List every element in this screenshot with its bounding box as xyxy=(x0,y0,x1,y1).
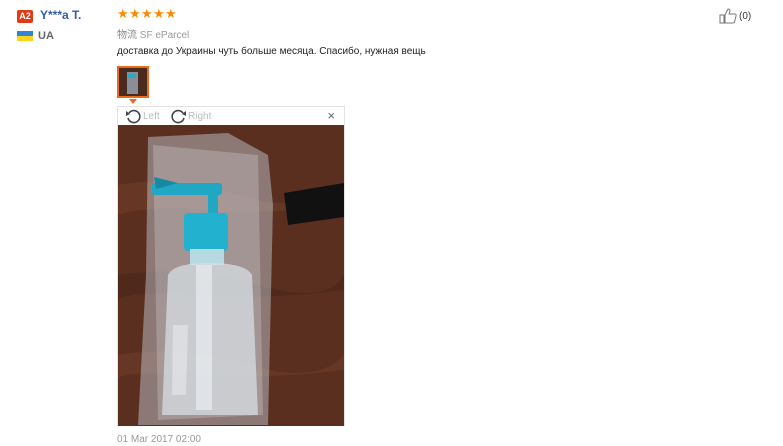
star-rating: ★ ★ ★ ★ ★ xyxy=(117,6,177,21)
photo-viewer: Left Right × xyxy=(117,106,345,426)
reviewer-country: UA xyxy=(38,30,54,42)
rotate-left-label: Left xyxy=(143,111,160,122)
close-icon[interactable]: × xyxy=(327,109,335,123)
star-icon: ★ xyxy=(153,6,165,21)
rotate-right-button[interactable]: Right xyxy=(170,108,211,125)
star-icon: ★ xyxy=(117,6,129,21)
star-icon: ★ xyxy=(129,6,141,21)
star-icon: ★ xyxy=(141,6,153,21)
helpful-count: (0) xyxy=(739,10,752,22)
shipping-info: 物流 SF eParcel xyxy=(117,26,189,41)
reviewer-name[interactable]: Y***a T. xyxy=(40,8,81,22)
thumbnail-image xyxy=(119,68,147,96)
ukraine-flag-icon xyxy=(17,31,33,41)
helpful-button[interactable]: (0) xyxy=(719,8,751,24)
shipping-method: SF eParcel xyxy=(139,30,190,41)
shipping-label: 物流 xyxy=(117,30,137,41)
thumbs-up-icon xyxy=(719,8,737,24)
thumbnail-caret xyxy=(129,99,137,104)
star-icon: ★ xyxy=(165,6,177,21)
review-text: доставка до Украины чуть больше месяца. … xyxy=(117,46,426,57)
rotate-right-label: Right xyxy=(188,111,212,122)
rotate-left-icon xyxy=(126,109,141,124)
review-date: 01 Mar 2017 02:00 xyxy=(117,434,201,445)
photo-thumbnail[interactable] xyxy=(117,66,149,98)
rotate-right-icon xyxy=(171,109,186,124)
rotate-left-button[interactable]: Left xyxy=(125,108,160,125)
viewer-toolbar: Left Right × xyxy=(118,107,344,125)
level-badge: A2 xyxy=(17,10,33,23)
review-photo xyxy=(118,125,344,426)
